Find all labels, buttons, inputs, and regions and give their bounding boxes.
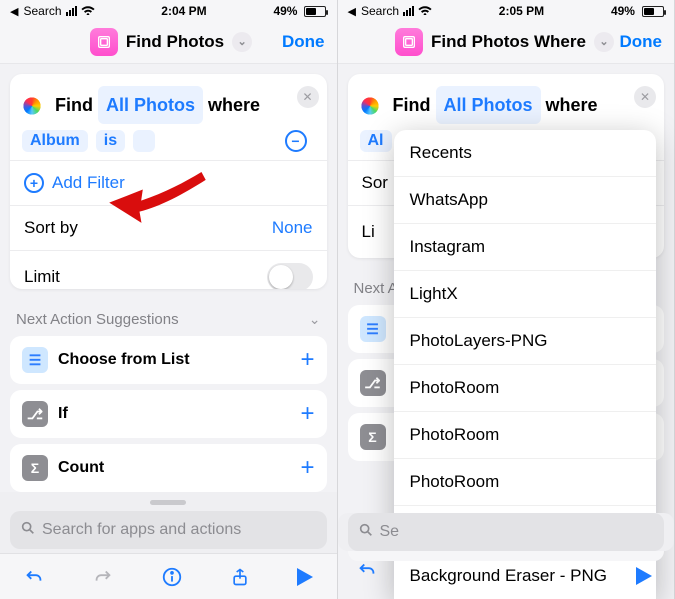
undo-button[interactable] <box>23 566 45 588</box>
suggestions-header[interactable]: Next Action Suggestions ⌄ <box>10 301 327 330</box>
verb-find: Find <box>393 88 431 122</box>
dropdown-item[interactable]: WhatsApp <box>394 177 657 224</box>
filter-field-token[interactable]: Album <box>22 130 88 152</box>
suggestion-if[interactable]: ⎇If + <box>10 390 327 438</box>
magnifier-icon <box>20 520 36 541</box>
list-icon: ☰ <box>360 316 386 342</box>
token-all-photos[interactable]: All Photos <box>436 86 541 124</box>
battery-label: 49% <box>611 4 635 18</box>
word-where: where <box>208 88 260 122</box>
cellular-icon <box>403 6 414 16</box>
token-all-photos[interactable]: All Photos <box>98 86 203 124</box>
sort-value[interactable]: None <box>272 218 313 238</box>
status-time: 2:04 PM <box>161 4 206 18</box>
back-app-label[interactable]: Search <box>361 4 399 18</box>
status-bar: ◀ Search 2:05 PM 49% <box>338 0 675 20</box>
filter-op-token[interactable]: is <box>96 130 125 152</box>
search-input[interactable]: Se <box>348 513 665 551</box>
undo-button[interactable] <box>356 559 378 587</box>
dropdown-item[interactable]: PhotoRoom <box>394 365 657 412</box>
dropdown-item[interactable]: Instagram <box>394 224 657 271</box>
nav-title: Find Photos <box>126 32 224 52</box>
add-suggestion-button[interactable]: + <box>300 400 314 428</box>
limit-row: Limit <box>10 250 327 289</box>
photos-app-icon <box>90 28 118 56</box>
suggestion-choose-from-list[interactable]: ☰Choose from List + <box>10 336 327 384</box>
back-caret-icon[interactable]: ◀ <box>348 5 356 18</box>
dropdown-item[interactable]: LightX <box>394 271 657 318</box>
dropdown-item[interactable]: PhotoRoom <box>394 459 657 506</box>
status-bar: ◀ Search 2:04 PM 49% <box>0 0 337 20</box>
share-button[interactable] <box>230 566 250 588</box>
nav-title: Find Photos Where <box>431 32 586 52</box>
add-suggestion-button[interactable]: + <box>300 346 314 374</box>
search-panel: Search for apps and actions <box>0 492 337 553</box>
dropdown-item[interactable]: PhotoRoom <box>394 412 657 459</box>
bottom-toolbar <box>0 553 337 599</box>
dropdown-item[interactable]: PhotoLayers-PNG <box>394 318 657 365</box>
run-button[interactable] <box>636 567 652 585</box>
limit-toggle[interactable] <box>267 263 313 289</box>
list-icon: ☰ <box>22 347 48 373</box>
photos-library-icon <box>360 96 380 116</box>
back-caret-icon[interactable]: ◀ <box>10 5 18 18</box>
branch-icon: ⎇ <box>360 370 386 396</box>
word-where: where <box>546 88 598 122</box>
wifi-icon <box>81 4 95 18</box>
drag-handle[interactable] <box>150 500 186 505</box>
sum-icon: Σ <box>360 424 386 450</box>
photos-library-icon <box>22 96 42 116</box>
search-input[interactable]: Search for apps and actions <box>10 511 327 549</box>
status-time: 2:05 PM <box>499 4 544 18</box>
add-suggestion-button[interactable]: + <box>300 454 314 482</box>
remove-filter-button[interactable]: − <box>285 130 307 152</box>
sort-label: Sort by <box>24 218 78 238</box>
branch-icon: ⎇ <box>22 401 48 427</box>
cellular-icon <box>66 6 77 16</box>
battery-icon <box>301 6 326 17</box>
redo-button <box>92 566 114 588</box>
back-app-label[interactable]: Search <box>23 4 61 18</box>
expand-toggle[interactable]: ⌄ <box>594 32 614 52</box>
battery-icon <box>639 6 664 17</box>
wifi-icon <box>418 4 432 18</box>
verb-find: Find <box>55 88 93 122</box>
photos-app-icon <box>395 28 423 56</box>
limit-label-partial: Li <box>362 222 375 242</box>
chevron-down-icon: ⌄ <box>309 311 321 328</box>
sum-icon: Σ <box>22 455 48 481</box>
expand-toggle[interactable]: ⌄ <box>232 32 252 52</box>
run-button[interactable] <box>297 568 313 586</box>
nav-bar: Find Photos Where ⌄ Done <box>338 20 675 64</box>
battery-label: 49% <box>273 4 297 18</box>
clear-action-icon[interactable]: ✕ <box>634 86 656 108</box>
sort-label-partial: Sor <box>362 173 388 193</box>
plus-icon: + <box>24 173 44 193</box>
info-button[interactable] <box>161 566 183 588</box>
done-button[interactable]: Done <box>619 32 662 52</box>
suggestions-title-partial: Next A <box>354 280 398 297</box>
dropdown-item[interactable]: Background Eraser - PNG <box>394 553 657 599</box>
limit-label: Limit <box>24 267 60 287</box>
done-button[interactable]: Done <box>282 32 325 52</box>
clear-action-icon[interactable]: ✕ <box>297 86 319 108</box>
magnifier-icon <box>358 522 374 543</box>
dropdown-item[interactable]: Recents <box>394 130 657 177</box>
search-text-partial: Se <box>380 523 400 541</box>
filter-field-token-partial[interactable]: Al <box>360 130 392 152</box>
suggestion-count[interactable]: ΣCount + <box>10 444 327 492</box>
search-placeholder: Search for apps and actions <box>42 521 241 539</box>
nav-bar: Find Photos ⌄ Done <box>0 20 337 64</box>
